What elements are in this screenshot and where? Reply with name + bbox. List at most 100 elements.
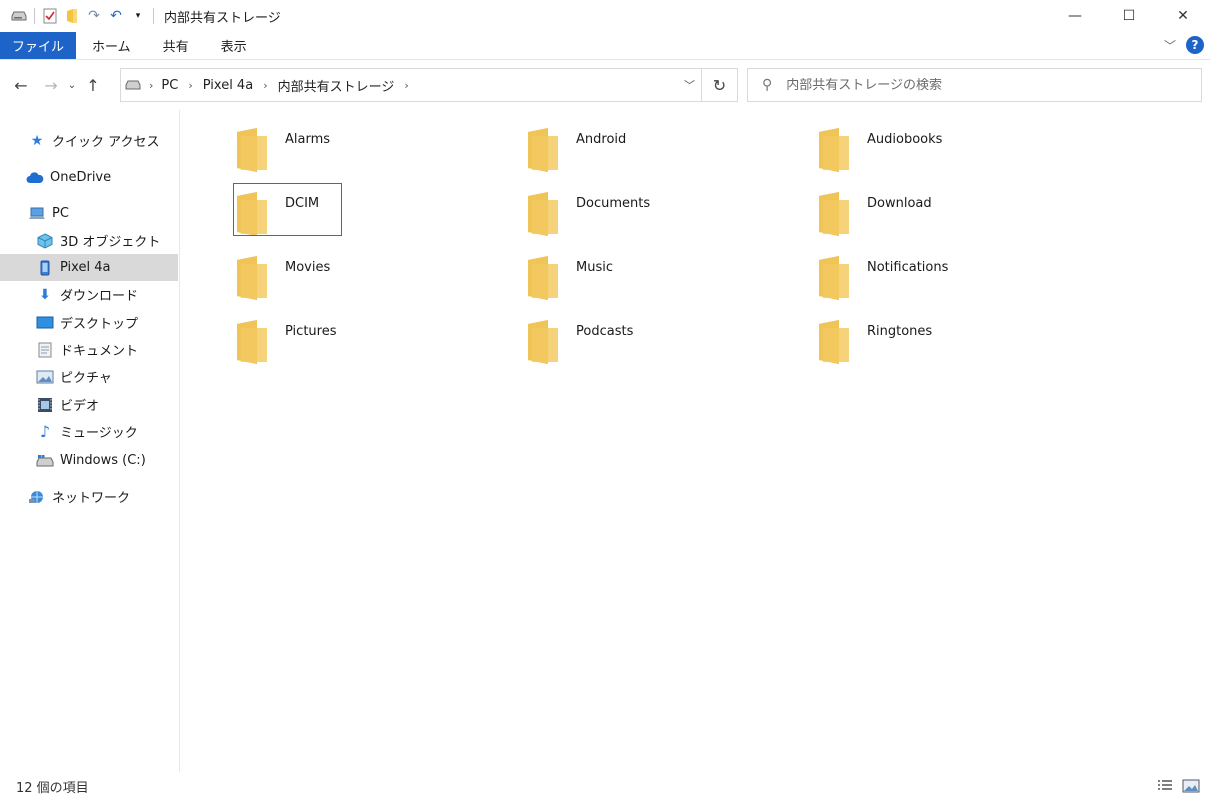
tab-home[interactable]: ホーム (76, 32, 147, 59)
sidebar-item-label: デスクトップ (60, 317, 139, 332)
folder-item[interactable]: Movies (231, 246, 481, 304)
folder-icon (817, 256, 851, 302)
forward-button[interactable]: → (38, 72, 64, 98)
navigation-pane: ★ クイック アクセス OneDrive PC 3D オブジェクト Pixel … (0, 110, 180, 772)
folder-item[interactable]: Music (522, 246, 772, 304)
redo-icon[interactable]: ↷ (83, 5, 105, 27)
folder-item[interactable]: Download (813, 182, 1063, 240)
up-button[interactable]: ↑ (80, 72, 106, 98)
back-button[interactable]: ← (8, 72, 34, 98)
chevron-right-icon[interactable]: › (263, 79, 267, 92)
download-icon: ⬇ (39, 286, 51, 303)
breadcrumb-pixel-4a[interactable]: Pixel 4a (203, 78, 253, 93)
customize-toolbar-icon[interactable]: ▾ (127, 5, 149, 27)
folder-icon (526, 192, 560, 238)
picture-icon (36, 368, 54, 386)
chevron-right-icon[interactable]: › (404, 79, 408, 92)
details-view-icon[interactable] (1156, 778, 1174, 794)
sidebar-item-label: ネットワーク (52, 491, 131, 506)
sidebar-item-3d-objects[interactable]: 3D オブジェクト (0, 227, 178, 254)
folder-label: DCIM (285, 196, 320, 211)
network-icon (28, 488, 46, 506)
ribbon-right: ﹀ ? (1164, 36, 1204, 54)
tab-file[interactable]: ファイル (0, 32, 77, 59)
close-button[interactable]: ✕ (1156, 0, 1210, 32)
ribbon-tabs: ファイル ホーム 共有 表示 ﹀ ? (0, 32, 1210, 60)
folder-item[interactable]: Notifications (813, 246, 1063, 304)
sidebar-item-label: ビデオ (60, 399, 100, 414)
folder-item[interactable]: Ringtones (813, 310, 1063, 368)
expand-ribbon-icon[interactable]: ﹀ (1164, 37, 1176, 54)
large-icons-view-icon[interactable] (1182, 778, 1200, 794)
sidebar-item-pixel-4a[interactable]: Pixel 4a (0, 254, 178, 281)
folder-label: Android (576, 132, 627, 147)
folder-item[interactable]: Android (522, 118, 772, 176)
sidebar-item-windows-c[interactable]: Windows (C:) (0, 447, 178, 474)
folder-item[interactable]: Documents (522, 182, 772, 240)
help-icon[interactable]: ? (1186, 36, 1204, 54)
sidebar-item-downloads[interactable]: ⬇ ダウンロード (0, 281, 178, 308)
folder-icon (235, 128, 269, 174)
folder-label: Audiobooks (867, 132, 943, 147)
file-list: Alarms Android Audiobooks DCIM Documents Down… (181, 110, 1210, 772)
desktop-icon (36, 314, 54, 332)
folder-icon (235, 320, 269, 366)
sidebar-item-label: ピクチャ (60, 371, 112, 386)
sidebar-item-desktop[interactable]: デスクトップ (0, 309, 178, 336)
navigation-bar: ← → ⌄ ↑ › PC › Pixel 4a › 内部共有ストレージ › ﹀ … (0, 60, 1210, 110)
sidebar-item-label: ミュージック (60, 426, 138, 441)
tab-share[interactable]: 共有 (147, 32, 205, 59)
tab-view[interactable]: 表示 (205, 32, 263, 59)
minimize-button[interactable]: — (1048, 0, 1102, 32)
folder-label: Music (576, 260, 613, 275)
sidebar-item-label: ダウンロード (60, 289, 139, 304)
chevron-right-icon[interactable]: › (149, 79, 153, 92)
folder-label: Download (867, 196, 932, 211)
sidebar-item-quick-access[interactable]: ★ クイック アクセス (0, 127, 178, 154)
sidebar-item-label: OneDrive (50, 170, 112, 185)
drive-icon[interactable] (8, 5, 30, 27)
folder-label: Notifications (867, 260, 949, 275)
window-title: 内部共有ストレージ (164, 10, 281, 26)
phone-icon (36, 259, 54, 277)
sidebar-item-videos[interactable]: ビデオ (0, 391, 178, 418)
sidebar-item-label: PC (52, 206, 69, 221)
folder-item[interactable]: Podcasts (522, 310, 772, 368)
folder-label: Podcasts (576, 324, 634, 339)
folder-item[interactable]: Pictures (231, 310, 481, 368)
sidebar-item-network[interactable]: ネットワーク (0, 483, 178, 510)
title-bar: ↷ ↶ ▾ 内部共有ストレージ — ☐ ✕ (0, 0, 1210, 32)
folder-item[interactable]: Audiobooks (813, 118, 1063, 176)
sidebar-item-onedrive[interactable]: OneDrive (0, 164, 178, 191)
search-box: ⚲ (747, 68, 1202, 102)
sidebar-item-music[interactable]: ♪ ミュージック (0, 418, 178, 445)
properties-icon[interactable] (39, 5, 61, 27)
folder-label: Documents (576, 196, 651, 211)
sidebar-item-documents[interactable]: ドキュメント (0, 336, 178, 363)
folder-item[interactable]: Alarms (231, 118, 481, 176)
address-bar[interactable]: › PC › Pixel 4a › 内部共有ストレージ › ﹀ (120, 68, 702, 102)
folder-icon (817, 128, 851, 174)
sidebar-item-pictures[interactable]: ピクチャ (0, 363, 178, 390)
item-count: 12 個の項目 (16, 780, 89, 796)
sidebar-item-pc[interactable]: PC (0, 200, 178, 227)
chevron-down-icon[interactable]: ﹀ (684, 77, 695, 93)
folder-icon (235, 192, 269, 238)
sidebar-item-label: Pixel 4a (60, 260, 111, 275)
undo-icon[interactable]: ↶ (105, 5, 127, 27)
folder-icon (526, 256, 560, 302)
search-input[interactable] (786, 77, 1167, 93)
maximize-button[interactable]: ☐ (1102, 0, 1156, 32)
breadcrumb-internal-storage[interactable]: 内部共有ストレージ (278, 76, 395, 95)
view-buttons (1156, 778, 1200, 794)
folder-icon (526, 128, 560, 174)
new-folder-icon[interactable] (61, 5, 83, 27)
breadcrumb-pc[interactable]: PC (161, 78, 178, 93)
folder-label: Movies (285, 260, 331, 275)
toolbar-separator (153, 8, 154, 24)
video-icon (36, 396, 54, 414)
recent-locations-button[interactable]: ⌄ (64, 72, 80, 98)
chevron-right-icon[interactable]: › (188, 79, 192, 92)
folder-item[interactable]: DCIM (231, 182, 481, 240)
refresh-button[interactable]: ↻ (702, 68, 738, 102)
